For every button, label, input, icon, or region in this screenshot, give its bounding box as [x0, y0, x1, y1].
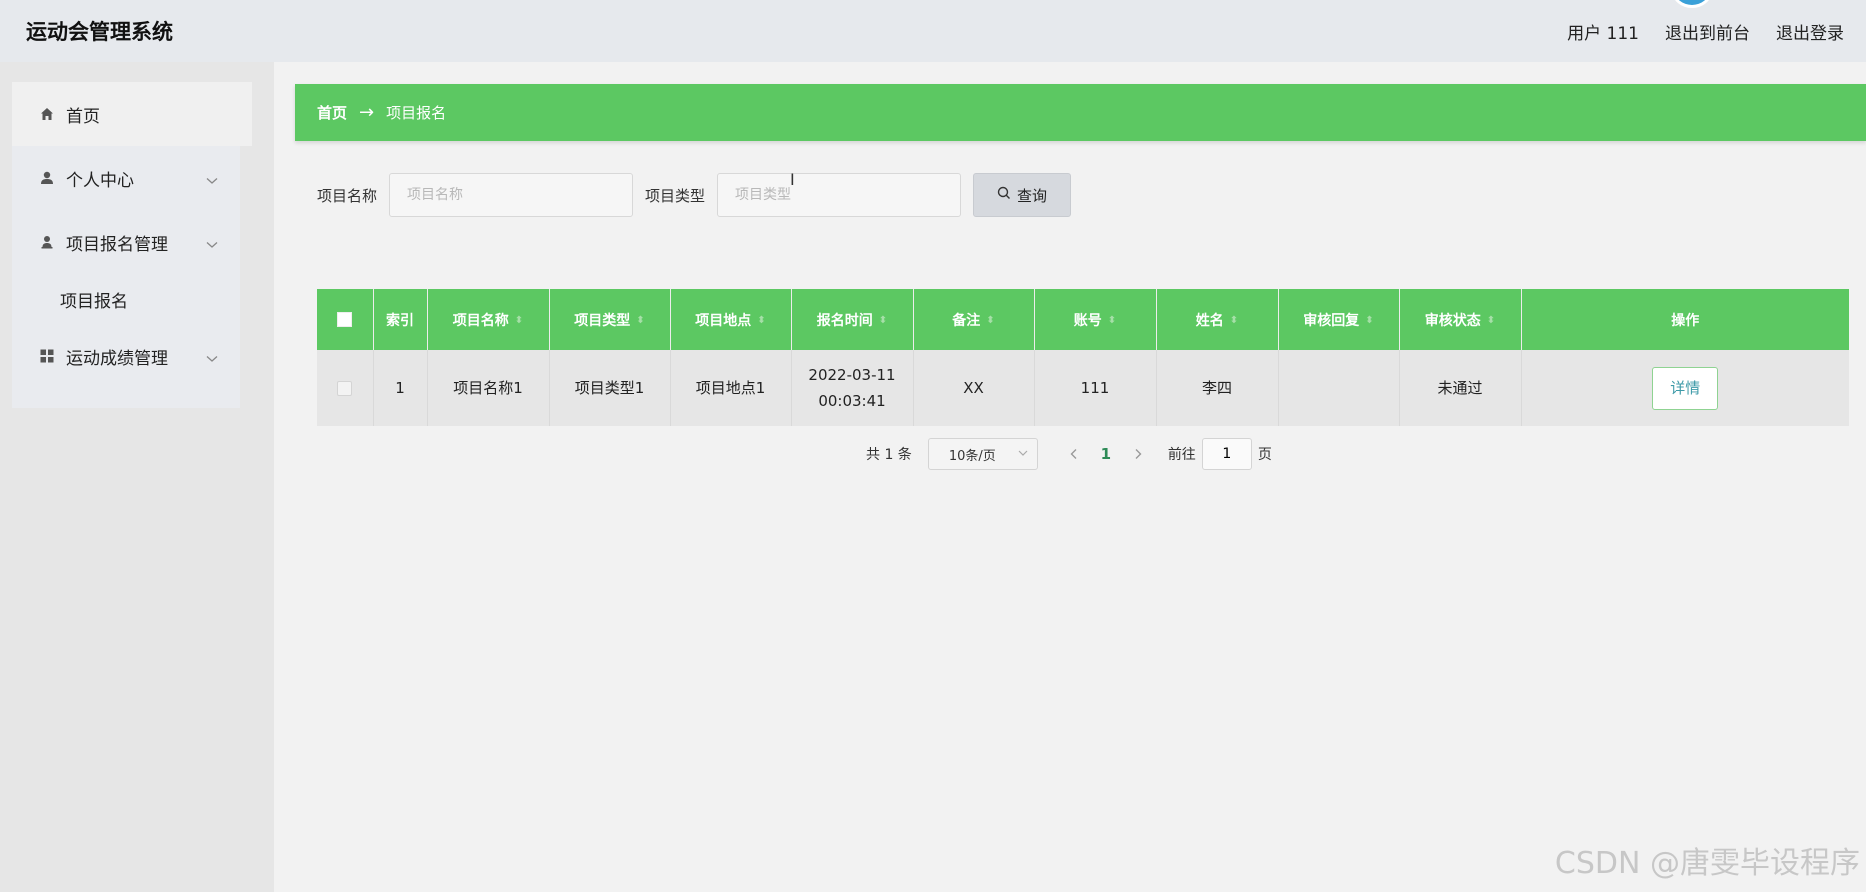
chevron-down-icon: [206, 348, 218, 368]
cell-review-reply: [1278, 350, 1400, 426]
breadcrumb-home[interactable]: 首页: [317, 102, 347, 123]
search-button-label: 查询: [1017, 186, 1048, 205]
prev-page-button[interactable]: [1064, 448, 1084, 460]
project-name-label: 项目名称: [317, 186, 378, 205]
column-header[interactable]: 账号 ⬍: [1034, 289, 1157, 350]
project-type-input[interactable]: [717, 173, 962, 217]
sort-icon[interactable]: ⬍: [515, 315, 523, 326]
cell-person-name: 李四: [1156, 350, 1279, 426]
sidebar-item-profile[interactable]: 个人中心: [12, 146, 240, 210]
cell-date: 2022-03-11: [808, 366, 896, 384]
sort-icon[interactable]: ⬍: [757, 315, 765, 326]
user-icon: [38, 233, 56, 251]
column-header[interactable]: 项目类型 ⬍: [549, 289, 671, 350]
sort-icon[interactable]: ⬍: [636, 315, 644, 326]
column-header[interactable]: 审核回复 ⬍: [1278, 289, 1400, 350]
next-page-button[interactable]: [1128, 448, 1148, 460]
page-number[interactable]: 1: [1084, 445, 1128, 463]
page-size-value: 10条/页: [948, 448, 996, 464]
sidebar-item-label: 个人中心: [66, 170, 134, 191]
cell-time: 00:03:41: [818, 392, 886, 410]
cell-registration-time: 2022-03-11 00:03:41: [791, 350, 914, 426]
cell-project-type: 项目类型1: [549, 350, 671, 426]
user-icon: [38, 169, 56, 187]
sidebar-item-registration[interactable]: 项目报名: [12, 274, 240, 324]
sidebar-item-label: 首页: [66, 106, 100, 127]
column-header: 操作: [1521, 289, 1849, 350]
select-all-checkbox[interactable]: [337, 312, 353, 327]
pagination: 共 1 条 10条/页 1 前往 页: [866, 438, 1272, 470]
cell-actions: 详情: [1521, 350, 1849, 426]
pagination-total: 共 1 条: [866, 447, 912, 463]
search-button[interactable]: 查询: [973, 173, 1072, 217]
app-title: 运动会管理系统: [26, 20, 173, 44]
column-header[interactable]: 项目地点 ⬍: [670, 289, 792, 350]
breadcrumb-current: 项目报名: [386, 104, 447, 122]
cell-project-location: 项目地点1: [670, 350, 792, 426]
sidebar-item-label: 项目报名管理: [66, 234, 168, 255]
chevron-down-icon: [206, 170, 218, 190]
user-label: 用户 111: [1567, 24, 1639, 44]
row-select-cell: [317, 350, 374, 426]
top-bar: 运动会管理系统 用户 111 退出到前台 退出登录: [0, 0, 1866, 62]
cell-project-name: 项目名称1: [427, 350, 550, 426]
grid-icon: [38, 347, 56, 365]
goto-suffix: 页: [1257, 447, 1272, 463]
column-header[interactable]: 备注 ⬍: [913, 289, 1035, 350]
sort-icon[interactable]: ⬍: [1365, 315, 1373, 326]
home-icon: [38, 105, 56, 123]
column-header[interactable]: 姓名 ⬍: [1156, 289, 1279, 350]
column-header[interactable]: 审核状态 ⬍: [1399, 289, 1522, 350]
goto-page-input[interactable]: [1201, 438, 1252, 470]
select-all-cell: [317, 289, 374, 350]
project-type-label: 项目类型: [645, 186, 706, 205]
table-header-row: 索引 项目名称 ⬍ 项目类型 ⬍ 项目地点 ⬍ 报名时间 ⬍ 备注 ⬍ 账号 ⬍ 姓名 ⬍ 审…: [317, 289, 1849, 350]
avatar[interactable]: [1672, 0, 1712, 8]
column-header[interactable]: 报名时间 ⬍: [791, 289, 914, 350]
search-icon: [997, 186, 1011, 204]
sidebar-item-home[interactable]: 首页: [12, 82, 252, 146]
sidebar-item-score-manage[interactable]: 运动成绩管理: [12, 324, 240, 388]
breadcrumb-arrow: →: [359, 102, 375, 123]
cell-index: 1: [373, 350, 428, 426]
exit-to-front-link[interactable]: 退出到前台: [1665, 19, 1750, 44]
row-checkbox[interactable]: [337, 381, 353, 396]
search-row: 项目名称 项目类型 查询: [317, 173, 1072, 217]
sort-icon[interactable]: ⬍: [986, 315, 994, 326]
sidebar-menu: 首页 个人中心 项目报名管理 项目报名 运动成绩管理: [12, 82, 252, 408]
registration-table: 索引 项目名称 ⬍ 项目类型 ⬍ 项目地点 ⬍ 报名时间 ⬍ 备注 ⬍ 账号 ⬍ 姓名 ⬍ 审…: [317, 289, 1849, 426]
sidebar-item-registration-manage[interactable]: 项目报名管理: [12, 210, 240, 274]
sort-icon[interactable]: ⬍: [1230, 315, 1238, 326]
watermark: CSDN @唐雯毕设程序: [1554, 846, 1860, 881]
breadcrumb: 首页 → 项目报名: [295, 84, 1866, 141]
chevron-down-icon: [206, 234, 218, 254]
chevron-down-icon: [1017, 447, 1029, 463]
page-size-select[interactable]: 10条/页: [927, 438, 1038, 470]
column-header: 索引: [373, 289, 428, 350]
project-name-input[interactable]: [389, 173, 634, 217]
top-actions: 用户 111 退出到前台 退出登录: [1567, 19, 1844, 44]
column-header[interactable]: 项目名称 ⬍: [427, 289, 550, 350]
cell-remark: XX: [913, 350, 1035, 426]
sort-icon[interactable]: ⬍: [1108, 315, 1116, 326]
table-row: 1 项目名称1 项目类型1 项目地点1 2022-03-11 00:03:41 …: [317, 350, 1849, 426]
text-cursor-icon: I: [790, 170, 795, 189]
sort-icon[interactable]: ⬍: [879, 315, 887, 326]
cell-account: 111: [1034, 350, 1157, 426]
goto-prefix: 前往: [1167, 447, 1196, 463]
sidebar-item-label: 运动成绩管理: [66, 348, 168, 369]
detail-button[interactable]: 详情: [1652, 366, 1719, 410]
cell-review-status: 未通过: [1399, 350, 1522, 426]
logout-link[interactable]: 退出登录: [1776, 19, 1844, 44]
sort-icon[interactable]: ⬍: [1487, 315, 1495, 326]
